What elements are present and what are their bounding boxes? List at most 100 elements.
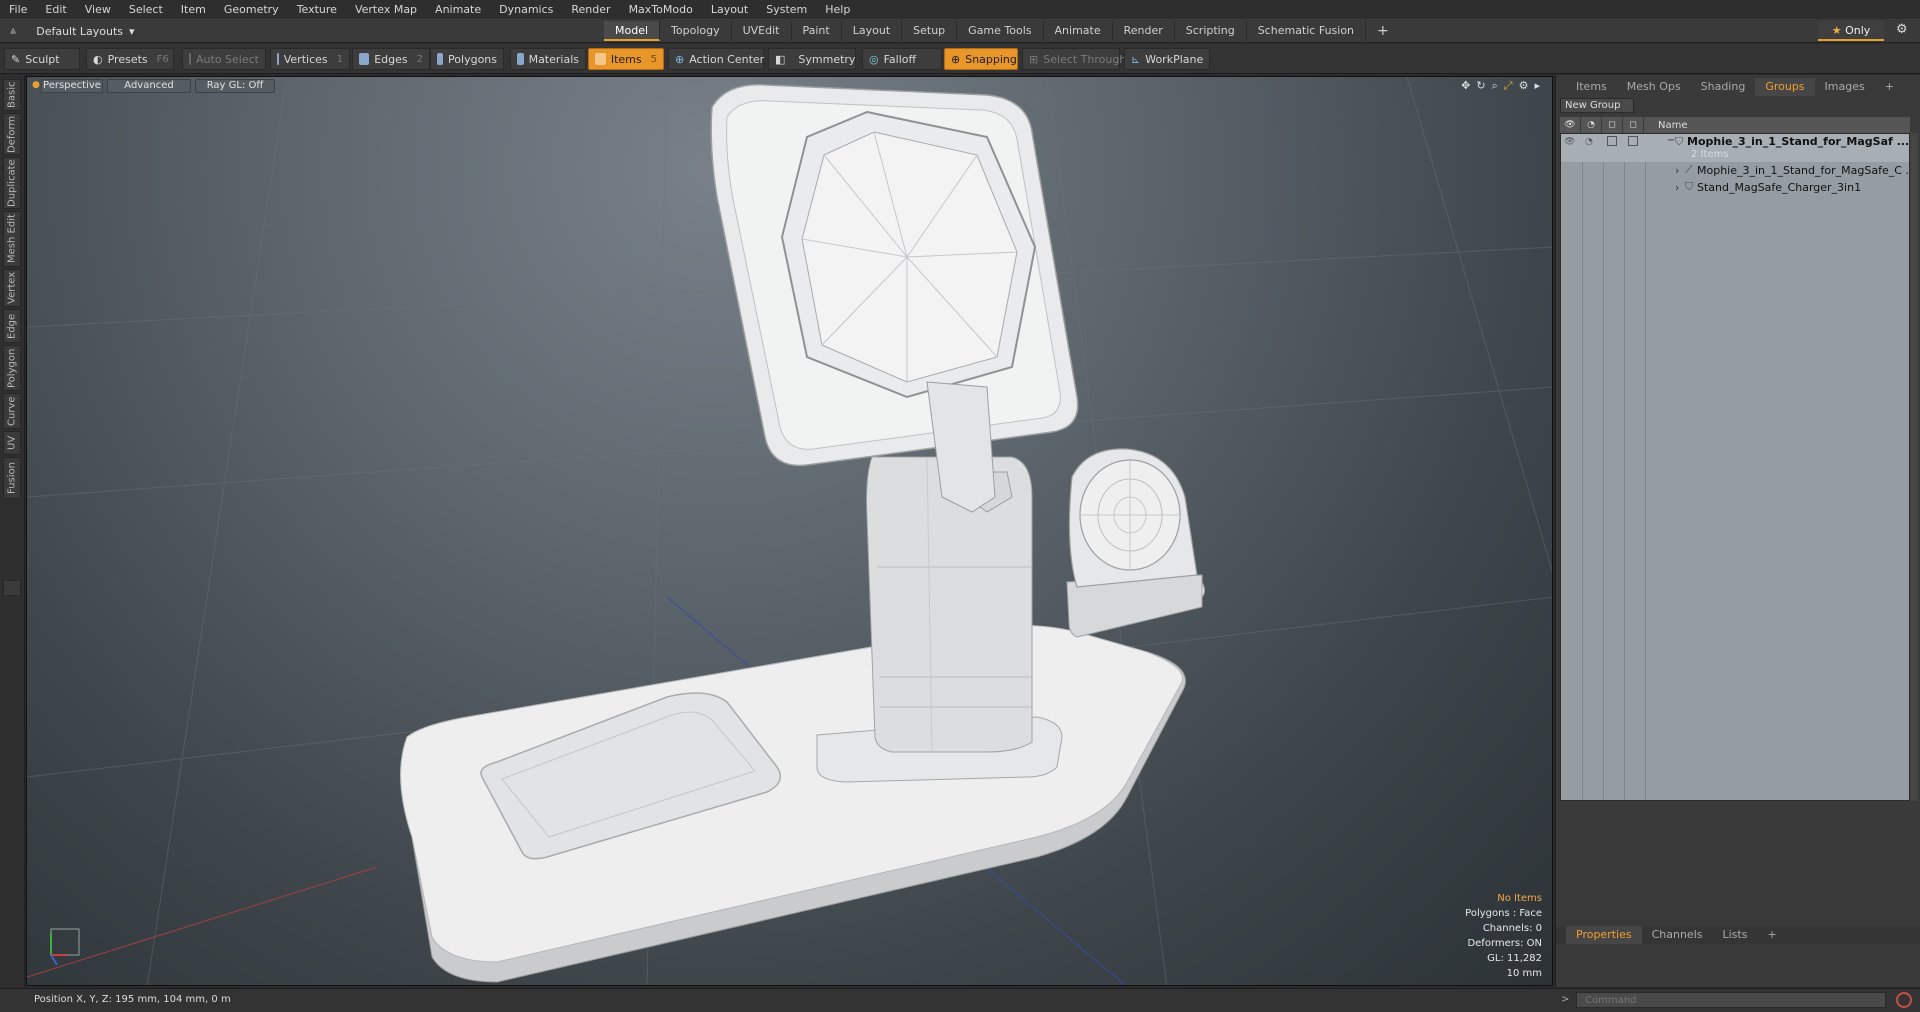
sculpt-button[interactable]: ✎ Sculpt: [4, 48, 80, 70]
vtab-polygon[interactable]: Polygon: [3, 345, 21, 391]
menu-item[interactable]: Item: [172, 0, 215, 19]
presets-hotkey: F6: [156, 53, 169, 65]
visibility-column-icon[interactable]: 👁: [1560, 117, 1581, 133]
viewport-menu-icon[interactable]: ●: [32, 80, 40, 90]
workplane-button[interactable]: ⊾ WorkPlane: [1124, 48, 1210, 70]
vtab-edge[interactable]: Edge: [3, 309, 21, 343]
tab-topology[interactable]: Topology: [660, 21, 732, 41]
pan-icon[interactable]: ✥: [1461, 79, 1470, 93]
menu-file[interactable]: File: [0, 0, 36, 19]
tab-animate[interactable]: Animate: [1044, 21, 1113, 41]
vtab-curve[interactable]: Curve: [3, 393, 21, 429]
vertices-button[interactable]: Vertices 1: [270, 48, 350, 70]
render-column-icon[interactable]: ◔: [1581, 117, 1602, 133]
tab-uvedit[interactable]: UVEdit: [732, 21, 792, 41]
add-property-tab-icon[interactable]: +: [1757, 926, 1786, 944]
tab-schematic-fusion[interactable]: Schematic Fusion: [1247, 21, 1367, 41]
shading-mode-button[interactable]: Advanced: [107, 79, 191, 93]
tab-properties[interactable]: Properties: [1566, 926, 1642, 944]
menu-edit[interactable]: Edit: [36, 0, 75, 19]
menu-vertex-map[interactable]: Vertex Map: [346, 0, 426, 19]
menu-system[interactable]: System: [757, 0, 816, 19]
menu-geometry[interactable]: Geometry: [215, 0, 288, 19]
expand-right-icon[interactable]: ▸: [1534, 79, 1540, 93]
menu-texture[interactable]: Texture: [288, 0, 346, 19]
tab-game-tools[interactable]: Game Tools: [957, 21, 1044, 41]
items-button[interactable]: Items 5: [588, 48, 664, 70]
edges-button[interactable]: Edges 2: [352, 48, 430, 70]
edges-label: Edges: [374, 52, 408, 66]
tab-lists[interactable]: Lists: [1713, 926, 1758, 944]
view-mode-button[interactable]: Perspective: [41, 79, 103, 93]
command-input[interactable]: [1576, 992, 1886, 1008]
vtab-mesh-edit[interactable]: Mesh Edit: [3, 211, 21, 267]
eye-icon[interactable]: 👁: [1564, 137, 1576, 147]
command-prompt-icon: >: [1561, 994, 1570, 1005]
tab-mesh-ops[interactable]: Mesh Ops: [1617, 78, 1691, 96]
tree-connector-icon: ›: [1675, 163, 1680, 177]
magnet-icon: ⊕: [951, 52, 961, 66]
record-icon[interactable]: [1896, 992, 1912, 1008]
lock-column-icon[interactable]: ◻: [1602, 117, 1623, 133]
add-panel-tab-icon[interactable]: +: [1875, 78, 1904, 96]
gl-count-info: GL: 11,282: [1487, 953, 1542, 964]
menu-animate[interactable]: Animate: [426, 0, 490, 19]
group-list[interactable]: 👁 ◔ − ⛉ Mophie_3_in_1_Stand_for_MagSaf .…: [1560, 133, 1916, 801]
select-column-icon[interactable]: ◻: [1623, 117, 1644, 133]
fit-icon[interactable]: ⤢: [1504, 79, 1513, 93]
menu-help[interactable]: Help: [816, 0, 859, 19]
auto-select-button[interactable]: Auto Select: [182, 48, 266, 70]
vtab-fusion[interactable]: Fusion: [3, 457, 21, 499]
group-list-scrollbar[interactable]: [1910, 133, 1918, 801]
only-button[interactable]: ★ Only: [1818, 21, 1884, 41]
falloff-button[interactable]: ◎ Falloff: [862, 48, 942, 70]
menu-dynamics[interactable]: Dynamics: [490, 0, 562, 19]
new-group-button[interactable]: New Group: [1560, 98, 1634, 113]
tab-layout[interactable]: Layout: [842, 21, 903, 41]
layout-dropdown[interactable]: ⩓ Default Layouts ▾: [10, 22, 135, 40]
vtab-duplicate[interactable]: Duplicate: [3, 157, 21, 209]
sculpt-label: Sculpt: [25, 52, 60, 66]
select-through-button[interactable]: ⊞ Select Through: [1022, 48, 1126, 70]
tab-model[interactable]: Model: [604, 21, 661, 41]
tab-shading[interactable]: Shading: [1691, 78, 1756, 96]
presets-button[interactable]: ◐ Presets F6: [86, 48, 174, 70]
rotate-icon[interactable]: ↻: [1476, 79, 1485, 93]
menu-render[interactable]: Render: [562, 0, 619, 19]
panel-toggle-icon[interactable]: [3, 580, 21, 596]
viewport-gear-icon[interactable]: ⚙: [1519, 79, 1529, 93]
zoom-icon[interactable]: ⌕: [1492, 79, 1498, 93]
tab-groups[interactable]: Groups: [1755, 78, 1815, 96]
group-row[interactable]: 👁 ◔ − ⛉ Mophie_3_in_1_Stand_for_MagSaf .…: [1561, 134, 1909, 162]
vtab-basic[interactable]: Basic: [3, 79, 21, 111]
menu-maxtomodo[interactable]: MaxToModo: [620, 0, 702, 19]
select-toggle-icon[interactable]: [1628, 136, 1638, 146]
menu-select[interactable]: Select: [120, 0, 172, 19]
action-center-button[interactable]: ⊕ Action Center: [668, 48, 764, 70]
tab-scripting[interactable]: Scripting: [1175, 21, 1247, 41]
symmetry-button[interactable]: ◧ Symmetry: [768, 48, 856, 70]
gear-icon[interactable]: ⚙: [1896, 22, 1908, 37]
menu-view[interactable]: View: [76, 0, 120, 19]
tree-item-mesh[interactable]: › ⟋ Mophie_3_in_1_Stand_for_MagSafe_C ..…: [1561, 162, 1916, 178]
tab-items[interactable]: Items: [1566, 78, 1617, 96]
tab-setup[interactable]: Setup: [902, 21, 958, 41]
tab-images[interactable]: Images: [1815, 78, 1875, 96]
tab-channels[interactable]: Channels: [1642, 926, 1713, 944]
materials-button[interactable]: Materials: [510, 48, 586, 70]
tree-item-group[interactable]: › ⛉ Stand_MagSafe_Charger_3in1: [1561, 179, 1909, 195]
vtab-deform[interactable]: Deform: [3, 113, 21, 155]
vtab-uv[interactable]: UV: [3, 431, 21, 455]
3d-viewport[interactable]: mophie: [26, 76, 1553, 986]
tab-render[interactable]: Render: [1113, 21, 1175, 41]
tab-paint[interactable]: Paint: [792, 21, 842, 41]
polygons-button[interactable]: Polygons: [430, 48, 504, 70]
add-tab-icon[interactable]: +: [1366, 21, 1400, 41]
raygl-button[interactable]: Ray GL: Off: [195, 79, 275, 93]
scene-render[interactable]: mophie: [27, 77, 1553, 986]
render-toggle-icon[interactable]: ◔: [1585, 137, 1597, 147]
menu-layout[interactable]: Layout: [702, 0, 757, 19]
vtab-vertex[interactable]: Vertex: [3, 269, 21, 307]
snapping-button[interactable]: ⊕ Snapping: [944, 48, 1018, 70]
lock-toggle-icon[interactable]: [1607, 136, 1617, 146]
